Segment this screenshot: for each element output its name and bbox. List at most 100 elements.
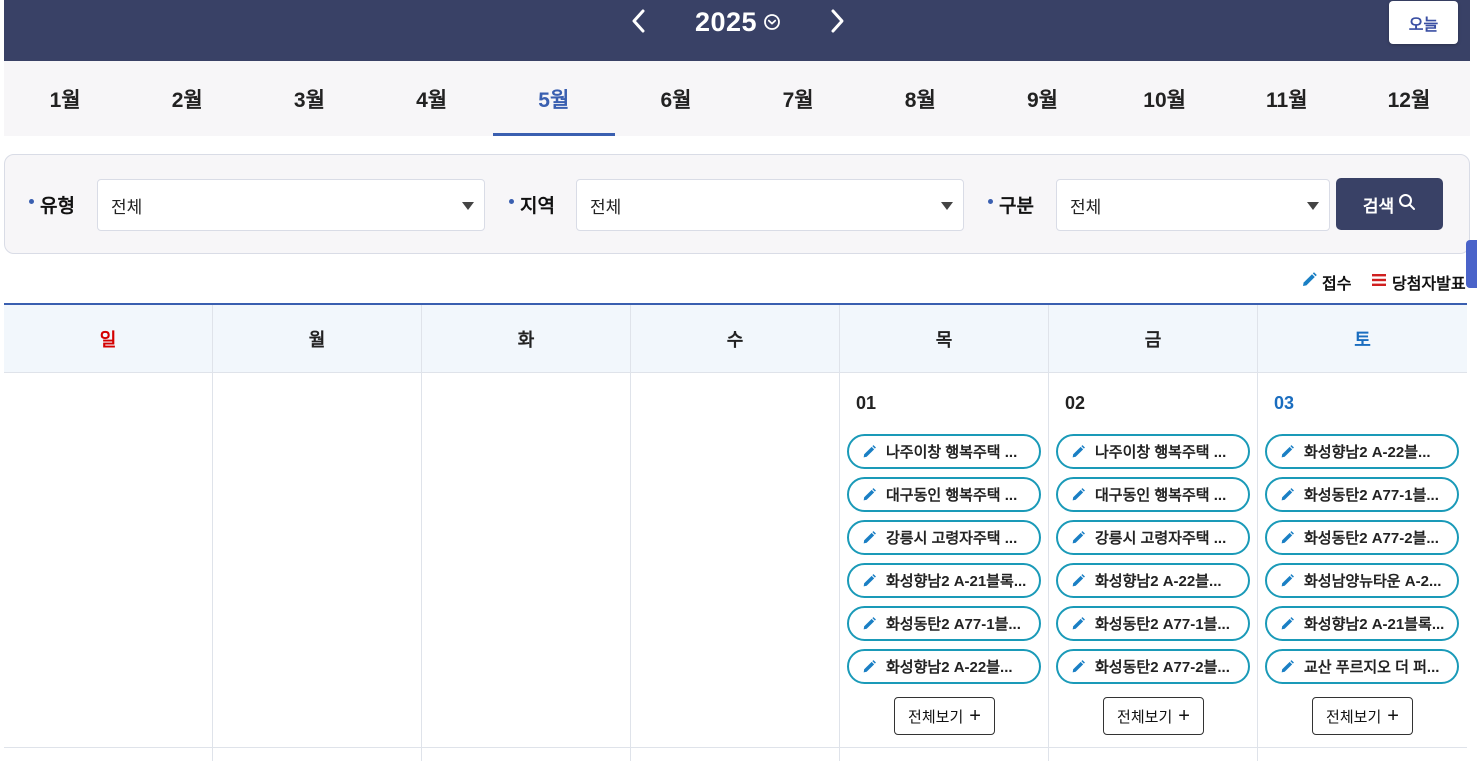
pencil-icon	[863, 444, 876, 457]
plus-icon: +	[969, 705, 981, 727]
event-item[interactable]: 화성동탄2 A77-1블...	[847, 606, 1041, 641]
event-item[interactable]: 화성동탄2 A77-1블...	[1056, 606, 1250, 641]
view-all-button[interactable]: 전체보기 +	[894, 697, 995, 735]
tab-month-11[interactable]: 11월	[1226, 61, 1348, 136]
day-cell	[4, 748, 213, 761]
view-all-button[interactable]: 전체보기 +	[1312, 697, 1413, 735]
empty-day-cell	[213, 373, 422, 747]
pencil-icon	[1072, 616, 1085, 629]
pencil-icon	[1072, 444, 1085, 457]
side-panel-handle[interactable]	[1466, 240, 1477, 288]
tab-month-12[interactable]: 12월	[1348, 61, 1470, 136]
category-filter-label: 구분	[988, 191, 1034, 218]
event-item[interactable]: 화성향남2 A-22블...	[847, 649, 1041, 684]
tab-month-4[interactable]: 4월	[371, 61, 493, 136]
caret-down-icon	[1307, 202, 1319, 210]
pencil-icon	[1281, 616, 1294, 629]
event-item[interactable]: 화성향남2 A-21블록...	[847, 563, 1041, 598]
year-selector[interactable]: 2025	[695, 4, 781, 40]
tab-month-6[interactable]: 6월	[615, 61, 737, 136]
tab-month-3[interactable]: 3월	[248, 61, 370, 136]
weekday-wed: 수	[631, 305, 840, 372]
legend-receipt: 접수	[1300, 270, 1351, 294]
tab-month-10[interactable]: 10월	[1104, 61, 1226, 136]
event-item[interactable]: 대구동인 행복주택 ...	[1056, 477, 1250, 512]
tab-month-2[interactable]: 2월	[126, 61, 248, 136]
pencil-icon	[1072, 530, 1085, 543]
bullet-dot	[509, 199, 514, 204]
day-cell	[840, 748, 1049, 761]
type-select[interactable]: 전체	[97, 179, 485, 231]
type-filter-label: 유형	[29, 191, 75, 218]
date-number: 01	[856, 393, 877, 413]
day-cell: 01 나주이창 행복주택 ... 대구동인 행복주택 ... 강릉시 고령자주택…	[840, 373, 1049, 747]
event-item[interactable]: 나주이창 행복주택 ...	[847, 434, 1041, 469]
weekday-sun: 일	[4, 305, 213, 372]
day-cell: 02 나주이창 행복주택 ... 대구동인 행복주택 ... 강릉시 고령자주택…	[1049, 373, 1258, 747]
caret-down-icon	[941, 202, 953, 210]
event-item[interactable]: 화성동탄2 A77-2블...	[1265, 520, 1459, 555]
day-cell	[213, 748, 422, 761]
weekday-fri: 금	[1049, 305, 1258, 372]
today-button[interactable]: 오늘	[1389, 1, 1458, 44]
event-item[interactable]: 화성향남2 A-22블...	[1265, 434, 1459, 469]
legend-winner: 당첨자발표	[1370, 270, 1466, 294]
caret-down-icon	[462, 202, 474, 210]
pencil-icon	[1281, 530, 1294, 543]
pencil-icon	[1281, 573, 1294, 586]
pencil-icon	[1281, 659, 1294, 672]
event-item[interactable]: 화성향남2 A-21블록...	[1265, 606, 1459, 641]
search-button[interactable]: 검색	[1336, 178, 1443, 230]
region-select[interactable]: 전체	[576, 179, 964, 231]
plus-icon: +	[1387, 705, 1399, 727]
pencil-icon	[863, 530, 876, 543]
event-item[interactable]: 화성향남2 A-22블...	[1056, 563, 1250, 598]
bullet-dot	[988, 199, 993, 204]
weekday-header: 일 월 화 수 목 금 토	[4, 305, 1467, 373]
calendar-grid: 일 월 화 수 목 금 토 01 나주이창 행복주택 ... 대구동인 행복주택…	[4, 303, 1467, 761]
event-item[interactable]: 화성남양뉴타운 A-2...	[1265, 563, 1459, 598]
tab-month-8[interactable]: 8월	[859, 61, 981, 136]
day-cell	[1258, 748, 1467, 761]
region-filter-label: 지역	[509, 191, 555, 218]
view-all-button[interactable]: 전체보기 +	[1103, 697, 1204, 735]
empty-day-cell	[422, 373, 631, 747]
day-cell	[1049, 748, 1258, 761]
pencil-icon	[1072, 659, 1085, 672]
date-number: 03	[1274, 393, 1295, 413]
pencil-icon	[1072, 573, 1085, 586]
event-item[interactable]: 강릉시 고령자주택 ...	[847, 520, 1041, 555]
event-list: 나주이창 행복주택 ... 대구동인 행복주택 ... 강릉시 고령자주택 ..…	[1056, 434, 1250, 692]
year-label: 2025	[695, 6, 758, 37]
day-cell	[631, 748, 840, 761]
calendar-week-row	[4, 748, 1467, 761]
plus-icon: +	[1178, 705, 1190, 727]
chevron-left-icon[interactable]	[624, 6, 654, 36]
event-item[interactable]: 화성동탄2 A77-1블...	[1265, 477, 1459, 512]
pencil-icon	[863, 573, 876, 586]
chevron-down-circle-icon	[763, 13, 781, 31]
event-item[interactable]: 화성동탄2 A77-2블...	[1056, 649, 1250, 684]
event-item[interactable]: 대구동인 행복주택 ...	[847, 477, 1041, 512]
calendar-week-row: 01 나주이창 행복주택 ... 대구동인 행복주택 ... 강릉시 고령자주택…	[4, 373, 1467, 748]
tab-month-1[interactable]: 1월	[4, 61, 126, 136]
tab-month-5[interactable]: 5월	[492, 61, 616, 136]
empty-day-cell	[4, 373, 213, 747]
weekday-sat: 토	[1354, 329, 1371, 350]
event-item[interactable]: 강릉시 고령자주택 ...	[1056, 520, 1250, 555]
pencil-icon	[863, 659, 876, 672]
chevron-right-icon[interactable]	[822, 6, 852, 36]
tab-month-9[interactable]: 9월	[981, 61, 1103, 136]
event-item[interactable]: 교산 푸르지오 더 퍼...	[1265, 649, 1459, 684]
weekday-tue: 화	[422, 305, 631, 372]
tab-month-7[interactable]: 7월	[737, 61, 859, 136]
pencil-icon	[863, 616, 876, 629]
date-number: 02	[1065, 393, 1086, 413]
day-cell: 03 화성향남2 A-22블... 화성동탄2 A77-1블... 화성동탄2 …	[1258, 373, 1467, 747]
year-header: 2025 오늘	[4, 0, 1470, 61]
event-item[interactable]: 나주이창 행복주택 ...	[1056, 434, 1250, 469]
day-cell	[422, 748, 631, 761]
event-list: 화성향남2 A-22블... 화성동탄2 A77-1블... 화성동탄2 A77…	[1265, 434, 1459, 692]
weekday-mon: 월	[213, 305, 422, 372]
category-select[interactable]: 전체	[1056, 179, 1330, 231]
